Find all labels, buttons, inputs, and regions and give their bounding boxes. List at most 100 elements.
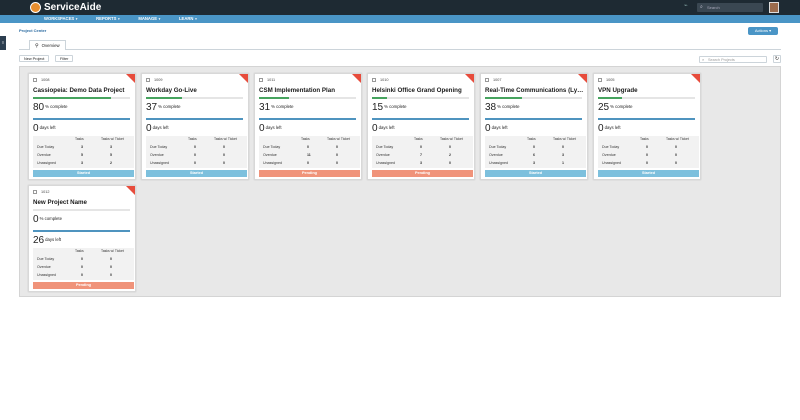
tasks-value[interactable]: 0 (194, 145, 196, 149)
project-title[interactable]: CSM Implementation Plan (259, 87, 359, 94)
refresh-button[interactable]: ↻ (773, 55, 781, 63)
tasks-ticket-value[interactable]: 0 (336, 145, 338, 149)
progress-bar (33, 209, 130, 211)
main-nav: WORKSPACES▼ REPORTS▼ MANAGE▼ LEARN▼ (0, 15, 800, 23)
stats-row-due-today: Due Today 0 0 (33, 255, 134, 263)
days-left: 0days left (485, 122, 508, 134)
project-card[interactable]: 1009 Workday Go-Live 37% complete 0days … (141, 73, 249, 180)
breadcrumb[interactable]: Project Center (19, 28, 46, 33)
tasks-value[interactable]: 3 (420, 161, 422, 165)
nav-learn[interactable]: LEARN▼ (179, 15, 197, 23)
tasks-ticket-value[interactable]: 0 (675, 153, 677, 157)
project-card[interactable]: 1008 Cassiopeia: Demo Data Project 80% c… (28, 73, 136, 180)
new-project-button[interactable]: New Project (19, 55, 50, 62)
tasks-ticket-value[interactable]: 1 (562, 161, 564, 165)
row-label: Overdue (150, 153, 164, 157)
percent-value: 37 (146, 102, 158, 113)
tasks-value[interactable]: 0 (81, 265, 83, 269)
tab-overview[interactable]: ⚲ Overview (29, 40, 66, 50)
tasks-value[interactable]: 3 (533, 161, 535, 165)
project-card[interactable]: 1007 Real-Time Communications (Lync Se..… (480, 73, 588, 180)
tasks-ticket-value[interactable]: 0 (449, 161, 451, 165)
project-title[interactable]: Cassiopeia: Demo Data Project (33, 87, 133, 94)
rss-icon[interactable]: ⌁ (684, 3, 691, 10)
project-card[interactable]: 1011 CSM Implementation Plan 31% complet… (254, 73, 362, 180)
tasks-ticket-value[interactable]: 0 (110, 265, 112, 269)
project-card[interactable]: 1012 New Project Name 0% complete 26days… (28, 185, 136, 292)
tasks-value[interactable]: 7 (420, 153, 422, 157)
select-checkbox[interactable] (33, 190, 37, 194)
tasks-ticket-value[interactable]: 0 (336, 153, 338, 157)
tasks-ticket-value[interactable]: 5 (110, 153, 112, 157)
tasks-value[interactable]: 3 (81, 145, 83, 149)
tasks-ticket-value[interactable]: 0 (675, 161, 677, 165)
tasks-ticket-value[interactable]: 0 (110, 273, 112, 277)
tasks-value[interactable]: 6 (533, 153, 535, 157)
nav-manage[interactable]: MANAGE▼ (138, 15, 161, 23)
tasks-value[interactable]: 0 (646, 161, 648, 165)
tasks-value[interactable]: 0 (307, 161, 309, 165)
tasks-value[interactable]: 0 (646, 153, 648, 157)
tasks-value[interactable]: 0 (420, 145, 422, 149)
tasks-ticket-value[interactable]: 0 (110, 257, 112, 261)
tasks-ticket-value[interactable]: 0 (562, 145, 564, 149)
tasks-ticket-value[interactable]: 2 (110, 161, 112, 165)
actions-button[interactable]: Actions ▾ (748, 27, 778, 35)
tasks-ticket-value[interactable]: 0 (223, 153, 225, 157)
nav-reports[interactable]: REPORTS▼ (96, 15, 120, 23)
progress-bar (259, 97, 356, 99)
select-checkbox[interactable] (146, 78, 150, 82)
tasks-ticket-value[interactable]: 0 (336, 161, 338, 165)
tasks-ticket-value[interactable]: 0 (449, 145, 451, 149)
tasks-ticket-value[interactable]: 0 (223, 161, 225, 165)
select-checkbox[interactable] (485, 78, 489, 82)
tasks-value[interactable]: 3 (81, 161, 83, 165)
tasks-value[interactable]: 11 (307, 153, 311, 157)
stats-row-due-today: Due Today 0 0 (598, 143, 699, 151)
nav-workspaces[interactable]: WORKSPACES▼ (44, 15, 78, 23)
app-logo[interactable]: ServiceAide (30, 2, 101, 13)
tasks-value[interactable]: 0 (533, 145, 535, 149)
project-title[interactable]: Real-Time Communications (Lync Se... (485, 87, 585, 94)
side-panel-toggle[interactable]: ≡ (0, 36, 6, 50)
select-checkbox[interactable] (598, 78, 602, 82)
tasks-value[interactable]: 5 (81, 153, 83, 157)
project-id: 1011 (267, 78, 276, 82)
project-title[interactable]: VPN Upgrade (598, 87, 698, 94)
tasks-value[interactable]: 0 (81, 273, 83, 277)
percent-label: % complete (158, 104, 181, 109)
select-checkbox[interactable] (33, 78, 37, 82)
project-card[interactable]: 1010 Helsinki Office Grand Opening 15% c… (367, 73, 475, 180)
tasks-ticket-header: Tasks w/ Ticket (101, 249, 124, 253)
avatar[interactable] (769, 2, 779, 13)
chevron-down-icon: ▼ (117, 17, 121, 21)
search-projects-input[interactable]: ⌕ Search Projects (699, 56, 767, 63)
tasks-value[interactable]: 0 (194, 153, 196, 157)
stats-row-due-today: Due Today 0 0 (485, 143, 586, 151)
select-checkbox[interactable] (259, 78, 263, 82)
tasks-header: Tasks (414, 137, 423, 141)
percent-value: 80 (33, 102, 45, 113)
tasks-ticket-value[interactable]: 2 (449, 153, 451, 157)
percent-label: % complete (610, 104, 633, 109)
percent-complete: 37% complete (146, 101, 181, 113)
tasks-header: Tasks (640, 137, 649, 141)
filter-button[interactable]: Filter (55, 55, 74, 62)
project-title[interactable]: New Project Name (33, 199, 133, 206)
tasks-value[interactable]: 0 (646, 145, 648, 149)
tasks-ticket-value[interactable]: 3 (562, 153, 564, 157)
chevron-down-icon: ▼ (194, 17, 198, 21)
tasks-value[interactable]: 0 (307, 145, 309, 149)
global-search-input[interactable]: ⌕ Search (697, 3, 763, 12)
select-checkbox[interactable] (372, 78, 376, 82)
tasks-ticket-value[interactable]: 0 (675, 145, 677, 149)
project-title[interactable]: Helsinki Office Grand Opening (372, 87, 472, 94)
tasks-ticket-value[interactable]: 0 (223, 145, 225, 149)
project-title[interactable]: Workday Go-Live (146, 87, 246, 94)
project-card[interactable]: 1005 VPN Upgrade 25% complete 0days left… (593, 73, 701, 180)
tasks-value[interactable]: 0 (81, 257, 83, 261)
tasks-value[interactable]: 0 (194, 161, 196, 165)
tasks-ticket-value[interactable]: 3 (110, 145, 112, 149)
tab-row: ⚲ Overview (19, 38, 781, 50)
nav-manage-label: MANAGE (138, 16, 158, 21)
